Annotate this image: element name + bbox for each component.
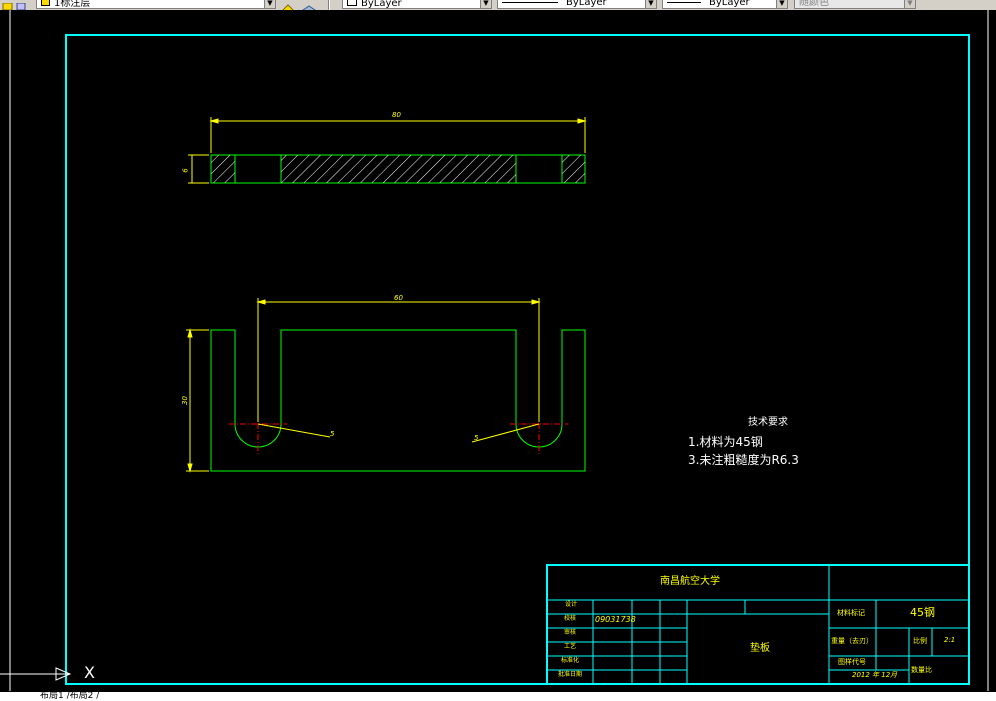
top-length-dimension xyxy=(209,117,587,153)
color-swatch xyxy=(347,0,357,6)
material-label: 材料标记 xyxy=(837,609,865,617)
layout-tabs-bar[interactable]: 布局1 /布局2 / xyxy=(0,692,996,701)
chevron-down-icon[interactable]: ▼ xyxy=(645,0,656,8)
layer-color-swatch xyxy=(41,0,50,6)
front-height-dimension xyxy=(186,328,209,473)
title-block xyxy=(546,564,970,685)
dim-text-top-thickness: 6 xyxy=(181,168,190,173)
drawing-no-label: 图样代号 xyxy=(838,658,866,666)
scale-value: 2:1 xyxy=(944,636,956,644)
part-name: 垫板 xyxy=(750,643,770,654)
weight-label: 重量（去刃） xyxy=(831,637,873,645)
linetype-sample xyxy=(502,1,558,3)
chevron-down-icon[interactable]: ▼ xyxy=(776,0,787,8)
make-current-icon[interactable] xyxy=(281,0,294,10)
dim-text-front-width: 60 xyxy=(394,294,403,302)
color-dropdown[interactable]: ByLayer ▼ xyxy=(342,0,492,9)
tech-req-item-1: 1.材料为45钢 xyxy=(688,435,763,449)
lineweight-sample xyxy=(667,1,701,3)
chevron-down-icon[interactable]: ▼ xyxy=(264,0,275,8)
ucs-x-label: X xyxy=(84,663,95,682)
process-label: 工艺 xyxy=(564,643,577,650)
designer-label: 设计 xyxy=(565,601,578,608)
front-view xyxy=(210,329,586,472)
dim-text-radius-right: 5 xyxy=(474,434,479,442)
approve-label: 批准日期 xyxy=(558,671,583,678)
drawing-canvas[interactable]: 80 6 60 30 5 5 技术要求 1.材料为45钢 3.未注粗糙度为R6.… xyxy=(0,10,996,701)
school-name: 南昌航空大学 xyxy=(660,576,720,587)
layer-dropdown[interactable]: 1标注层 ▼ xyxy=(36,0,276,9)
plotstyle-value: 随颜色 xyxy=(799,0,829,8)
review-label: 审核 xyxy=(564,629,577,636)
linetype-value: ByLayer xyxy=(566,0,607,8)
centerlines xyxy=(229,412,568,454)
dim-text-radius-left: 5 xyxy=(330,430,335,438)
linetype-dropdown[interactable]: ByLayer ▼ xyxy=(497,0,657,9)
layer-manager-icon[interactable] xyxy=(302,0,316,10)
date-text: 2012 年 12月 xyxy=(852,671,898,679)
dim-text-front-height: 30 xyxy=(180,396,189,405)
student-id: 09031738 xyxy=(595,615,636,624)
plotstyle-dropdown: 随颜色 ▼ xyxy=(794,0,916,9)
drawing-svg xyxy=(0,10,989,691)
dim-text-top-length: 80 xyxy=(392,111,401,119)
scale-label: 比例 xyxy=(913,637,927,645)
checker-label: 校核 xyxy=(564,615,577,622)
front-width-dimension xyxy=(256,298,541,422)
lineweight-value: ByLayer xyxy=(709,0,750,8)
chevron-down-icon: ▼ xyxy=(904,0,915,8)
properties-toolbar: 1标注层 ▼ ByLayer ▼ ByLayer ▼ ByLayer ▼ 随颜色… xyxy=(0,0,996,10)
layer-state-icon[interactable] xyxy=(2,0,14,10)
layout-tabs-text[interactable]: 布局1 /布局2 / xyxy=(0,692,99,701)
toolbar-separator xyxy=(328,0,330,10)
tech-req-title: 技术要求 xyxy=(748,417,788,428)
drawing-border xyxy=(65,34,970,685)
top-view xyxy=(210,154,586,184)
material-value: 45钢 xyxy=(910,606,935,619)
layer-name: 1标注层 xyxy=(54,0,91,9)
layer-previous-icon[interactable] xyxy=(16,0,28,10)
tech-req-item-3: 3.未注粗糙度为R6.3 xyxy=(688,453,799,467)
lineweight-dropdown[interactable]: ByLayer ▼ xyxy=(662,0,788,9)
color-value: ByLayer xyxy=(361,0,402,9)
radius-leaders xyxy=(257,423,540,443)
sheet-label: 数量比 xyxy=(911,666,932,674)
top-thickness-dimension xyxy=(188,154,209,184)
standard-label: 标准化 xyxy=(561,657,580,664)
chevron-down-icon[interactable]: ▼ xyxy=(480,0,491,8)
